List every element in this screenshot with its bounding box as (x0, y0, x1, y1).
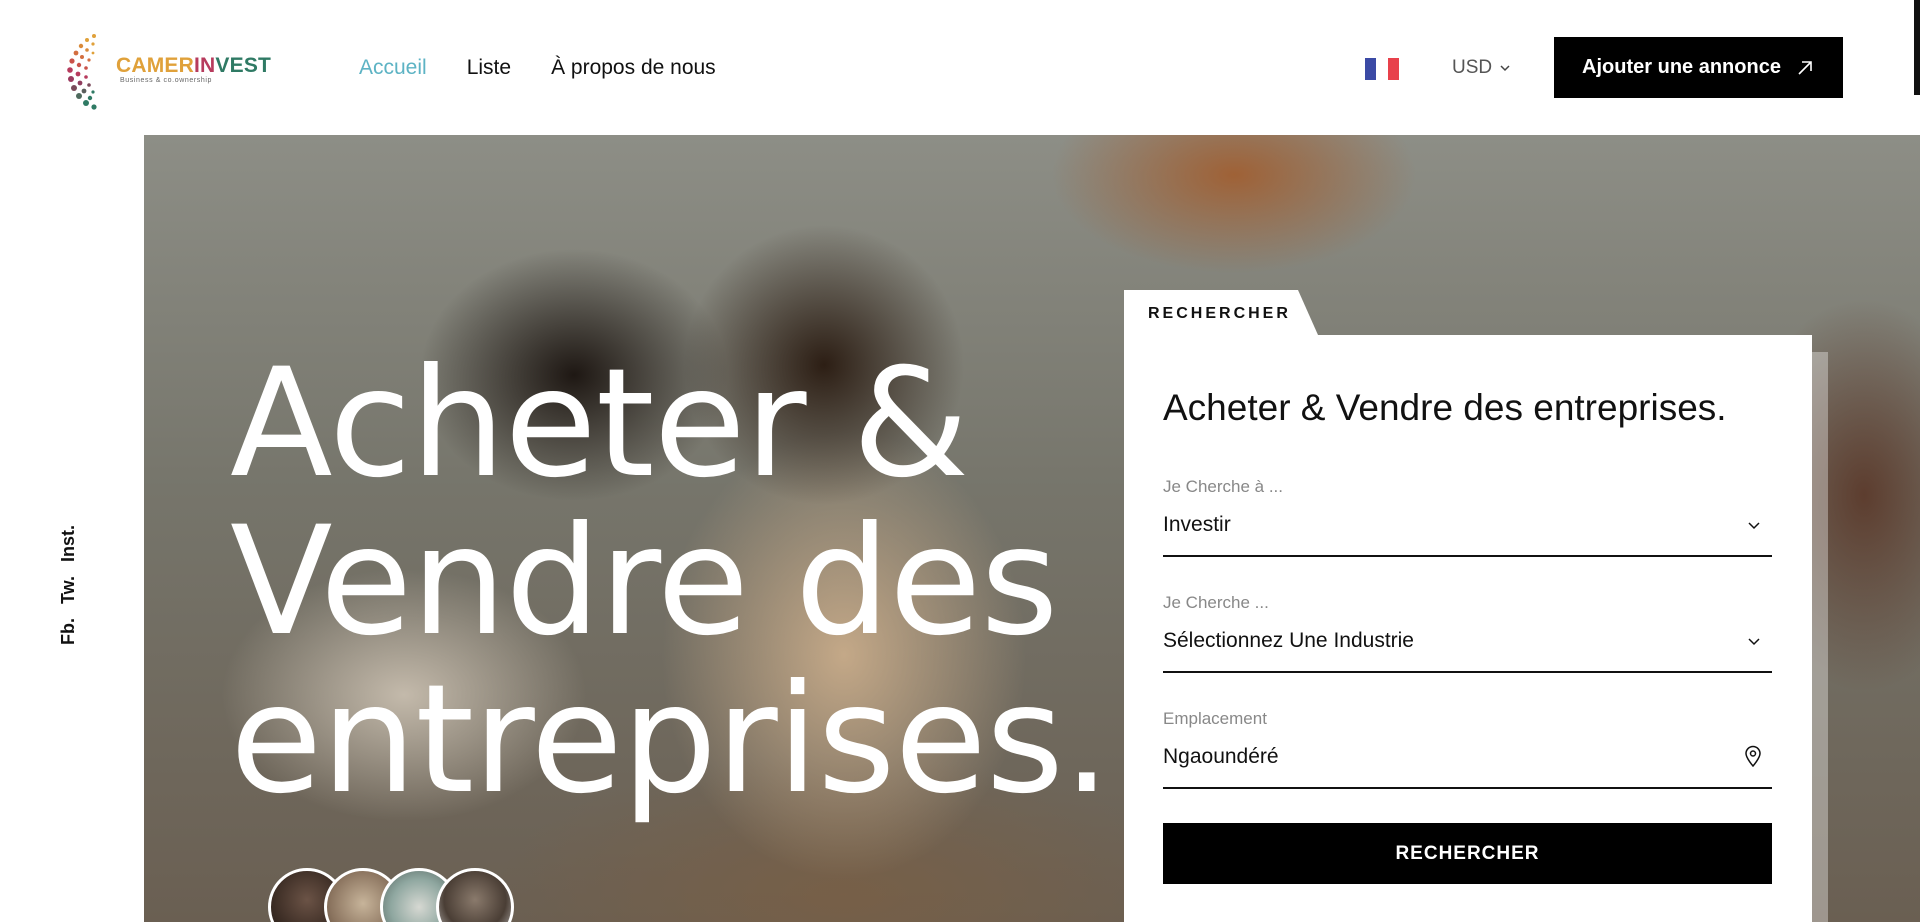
chevron-down-icon (1500, 65, 1510, 72)
intent-select[interactable]: Je Cherche à ... Investir (1163, 477, 1772, 557)
industry-select-value: Sélectionnez Une Industrie (1163, 629, 1414, 652)
nav-item-a-propos[interactable]: À propos de nous (551, 56, 716, 80)
hero-title-line: entreprises. (230, 653, 1111, 827)
site-header: CAMERINVEST Business & co.ownership Accu… (0, 0, 1920, 135)
nav-item-accueil[interactable]: Accueil (359, 56, 427, 80)
location-field[interactable]: Emplacement Ngaoundéré (1163, 709, 1772, 789)
intent-select-label: Je Cherche à ... (1163, 477, 1284, 496)
social-links: Fb. Tw. Inst. (58, 525, 79, 645)
search-panel-title: Acheter & Vendre des entreprises. (1163, 387, 1727, 428)
scrollbar-thumb[interactable] (1914, 0, 1920, 95)
brand-name[interactable]: CAMERINVEST (116, 54, 271, 78)
search-tab-label: RECHERCHER (1148, 305, 1291, 322)
nav-item-liste[interactable]: Liste (467, 56, 511, 80)
social-link-instagram[interactable]: Inst. (58, 525, 79, 562)
intent-select-value: Investir (1163, 513, 1231, 536)
hero-title: Acheter & Vendre des entreprises. (230, 337, 1111, 827)
add-listing-label: Ajouter une annonce (1582, 56, 1781, 78)
main-nav: Accueil Liste À propos de nous (359, 56, 716, 80)
panel-shadow (1812, 352, 1828, 922)
location-field-value: Ngaoundéré (1163, 745, 1279, 768)
industry-select[interactable]: Je Cherche ... Sélectionnez Une Industri… (1163, 593, 1772, 673)
currency-label: USD (1452, 57, 1493, 78)
hero-title-line: Vendre des (230, 495, 1059, 669)
brand-tagline: Business & co.ownership (120, 77, 213, 84)
social-link-twitter[interactable]: Tw. (58, 576, 79, 604)
chevron-down-icon (1748, 522, 1760, 530)
chevron-down-icon (1748, 638, 1760, 646)
hero-title-line: Acheter & (230, 337, 969, 511)
arrow-up-right-icon (1798, 60, 1812, 75)
brand-name-part1: CAMER (116, 54, 194, 77)
brand-name-part2: IN (194, 54, 216, 77)
flag-fr-icon[interactable] (1365, 58, 1399, 80)
location-pin-icon[interactable] (1744, 745, 1762, 767)
currency-selector[interactable]: USD (1452, 57, 1512, 79)
avatar-group (268, 868, 514, 922)
search-panel: Acheter & Vendre des entreprises. Je Che… (1124, 335, 1812, 922)
search-submit-button[interactable]: RECHERCHER (1163, 823, 1772, 884)
search-tab[interactable]: RECHERCHER (1124, 290, 1318, 335)
industry-select-label: Je Cherche ... (1163, 593, 1269, 612)
brand-name-part3: VEST (215, 54, 272, 77)
avatar (436, 868, 514, 922)
search-submit-label: RECHERCHER (1395, 842, 1540, 864)
add-listing-button[interactable]: Ajouter une annonce (1554, 37, 1843, 98)
location-field-label: Emplacement (1163, 709, 1267, 728)
social-link-facebook[interactable]: Fb. (58, 618, 79, 645)
